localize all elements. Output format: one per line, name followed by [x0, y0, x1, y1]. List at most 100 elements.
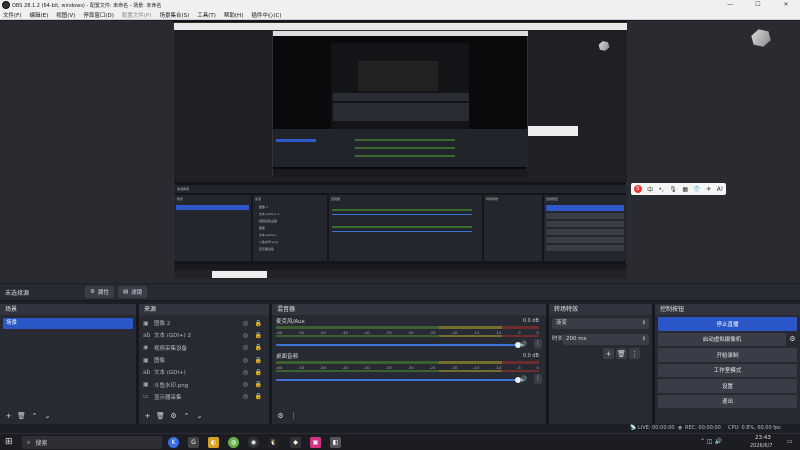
volume-meter	[276, 370, 539, 372]
lock-icon[interactable]: 🔒	[255, 320, 262, 327]
visibility-icon[interactable]: ◎	[243, 344, 248, 351]
menu-edit[interactable]: 编辑(E)	[26, 11, 53, 19]
mixer-panel: 混音器 麦克风/Aux 0.0 dB -60 -55 -50 -45 -40 -35 -30…	[272, 304, 546, 424]
track-menu-button[interactable]: ⋮	[534, 374, 542, 384]
maximize-button[interactable]: ☐	[744, 0, 772, 10]
app-k-icon[interactable]: K	[168, 437, 179, 448]
remove-source-button[interactable]: 🗑	[155, 410, 166, 421]
source-item[interactable]: ab 文本 (GDI+) 2 ◎ 🔒	[139, 329, 269, 341]
menu-scene-collection[interactable]: 场景集合(S)	[156, 11, 194, 19]
record-icon: ◉	[678, 425, 683, 431]
source-label: 图像 2	[154, 321, 171, 328]
speaker-icon[interactable]: 🔊	[520, 341, 527, 348]
skin-icon[interactable]: 👕	[693, 186, 700, 193]
taskbar-search[interactable]: ⌕ 搜索	[22, 436, 162, 449]
track-menu-button[interactable]: ⋮	[534, 339, 542, 349]
app-penguin-icon[interactable]: 🐧	[268, 437, 279, 448]
speaker-icon[interactable]: 🔊	[520, 376, 527, 383]
volume-slider[interactable]	[276, 342, 521, 348]
source-item[interactable]: ▣ 图像 ◎ 🔒	[139, 354, 269, 366]
search-icon: ⌕	[27, 438, 31, 446]
source-item[interactable]: ◉ 视频采集设备 ◎ 🔒	[139, 342, 269, 354]
notification-icon[interactable]: ▭	[787, 438, 793, 445]
properties-button[interactable]: ⚙ 属性	[85, 286, 114, 298]
app-game-icon[interactable]: ◆	[290, 437, 301, 448]
source-properties-button[interactable]: ⚙	[168, 410, 179, 421]
menu-help[interactable]: 帮助(H)	[221, 11, 248, 19]
ai-icon[interactable]: A!	[717, 186, 724, 193]
advanced-audio-button[interactable]: ⚙	[275, 410, 286, 421]
source-item[interactable]: ▣ 斗鱼水印.png ◎ 🔒	[139, 378, 269, 390]
remove-scene-button[interactable]: 🗑	[16, 410, 27, 421]
keyboard-icon[interactable]: ▦	[682, 186, 688, 193]
add-transition-button[interactable]: +	[603, 348, 614, 359]
cpu-status: CPU: 0.8%, 60.00 fps	[728, 425, 781, 431]
lock-icon[interactable]: 🔒	[255, 393, 262, 400]
windows-start-icon[interactable]: ⊞	[5, 437, 15, 447]
send-icon[interactable]: ✈	[706, 186, 711, 193]
ime-toolbar[interactable]: S 中 •, 🎙 ▦ 👕 ✈ A!	[631, 183, 726, 195]
transition-select[interactable]: 渐变 ⇕	[552, 318, 649, 329]
app-pink-icon[interactable]: ▣	[310, 437, 321, 448]
source-item[interactable]: ab 文本 (GDI+) ◎ 🔒	[139, 366, 269, 378]
visibility-icon[interactable]: ◎	[243, 320, 248, 327]
sogou-logo-icon[interactable]: S	[633, 185, 642, 193]
close-button[interactable]: ✕	[772, 0, 800, 10]
filters-button[interactable]: ▤ 滤镜	[117, 286, 148, 298]
app-gray-icon[interactable]: ◧	[330, 437, 341, 448]
visibility-icon[interactable]: ◎	[243, 369, 248, 376]
move-down-button[interactable]: ⌄	[194, 410, 205, 421]
window-title: OBS 28.1.2 (64-bit, windows) - 配置文件: 未命名…	[12, 2, 162, 9]
lock-icon[interactable]: 🔒	[255, 332, 262, 339]
obs-taskbar-icon[interactable]: ◉	[248, 437, 259, 448]
move-down-button[interactable]: ⌄	[42, 410, 53, 421]
stop-streaming-button[interactable]: 停止直播	[658, 317, 797, 331]
studio-mode-button[interactable]: 工作室模式	[658, 363, 797, 377]
menu-tools[interactable]: 工具(T)	[194, 11, 221, 19]
settings-button[interactable]: 设置	[658, 379, 797, 393]
gear-icon[interactable]: ⚙	[787, 334, 798, 345]
visibility-icon[interactable]: ◎	[243, 381, 248, 388]
add-scene-button[interactable]: +	[3, 410, 14, 421]
visibility-icon[interactable]: ◎	[243, 357, 248, 364]
duration-input[interactable]: 200 ms ⇕	[563, 334, 649, 345]
scenes-title: 场景	[0, 304, 136, 315]
add-source-button[interactable]: +	[142, 410, 153, 421]
mixer-menu-button[interactable]: ⋮	[288, 410, 299, 421]
move-up-button[interactable]: ⌃	[181, 410, 192, 421]
spin-icon: ⇕	[641, 336, 646, 342]
start-virtual-camera-button[interactable]: 启动虚拟摄像机	[658, 332, 786, 346]
exit-button[interactable]: 退出	[658, 394, 797, 408]
lock-icon[interactable]: 🔒	[255, 381, 262, 388]
menu-docks[interactable]: 停靠窗口(D)	[80, 11, 119, 19]
source-item[interactable]: ▭ 显示器采集 ◎ 🔒	[139, 391, 269, 403]
scene-item[interactable]: 场景	[3, 318, 133, 329]
app-green-icon[interactable]: ◍	[228, 437, 239, 448]
volume-slider[interactable]	[276, 377, 521, 383]
lock-icon[interactable]: 🔒	[255, 344, 262, 351]
move-up-button[interactable]: ⌃	[29, 410, 40, 421]
start-recording-button[interactable]: 开始录制	[658, 348, 797, 362]
status-bar: 📡 LIVE: 00:00:00 ◉ REC: 00:00:00 CPU: 0.…	[0, 424, 800, 433]
ime-chinese-toggle[interactable]: 中	[647, 185, 653, 194]
visibility-icon[interactable]: ◎	[243, 393, 248, 400]
app-browser-icon[interactable]: ◐	[208, 437, 219, 448]
lock-icon[interactable]: 🔒	[255, 369, 262, 376]
ime-punctuation-toggle[interactable]: •,	[658, 186, 663, 193]
menu-view[interactable]: 视图(V)	[53, 11, 80, 19]
remove-transition-button[interactable]: 🗑	[616, 348, 627, 359]
source-item[interactable]: ▣ 图像 2 ◎ 🔒	[139, 317, 269, 329]
minimize-button[interactable]: —	[716, 0, 744, 10]
microphone-icon[interactable]: 🎙	[669, 186, 677, 193]
menu-file[interactable]: 文件(F)	[0, 11, 26, 19]
search-placeholder: 搜索	[35, 440, 48, 447]
lock-icon[interactable]: 🔒	[255, 357, 262, 364]
preview-canvas[interactable]: 未选择源 场景 来源 图像 2 文本 (GDI+) 2 视频采集设备 图像 文本…	[173, 21, 627, 279]
app-g-icon[interactable]: G	[188, 437, 199, 448]
tray-icons[interactable]: ⌃ ◫ 🔊	[700, 438, 722, 445]
visibility-icon[interactable]: ◎	[243, 332, 248, 339]
rec-time: REC: 00:00:00	[685, 425, 721, 431]
source-label: 文本 (GDI+) 2	[154, 333, 192, 340]
menu-plugins[interactable]: 插件中心(C)	[248, 11, 286, 19]
transition-menu-button[interactable]: ⋮	[629, 348, 640, 359]
